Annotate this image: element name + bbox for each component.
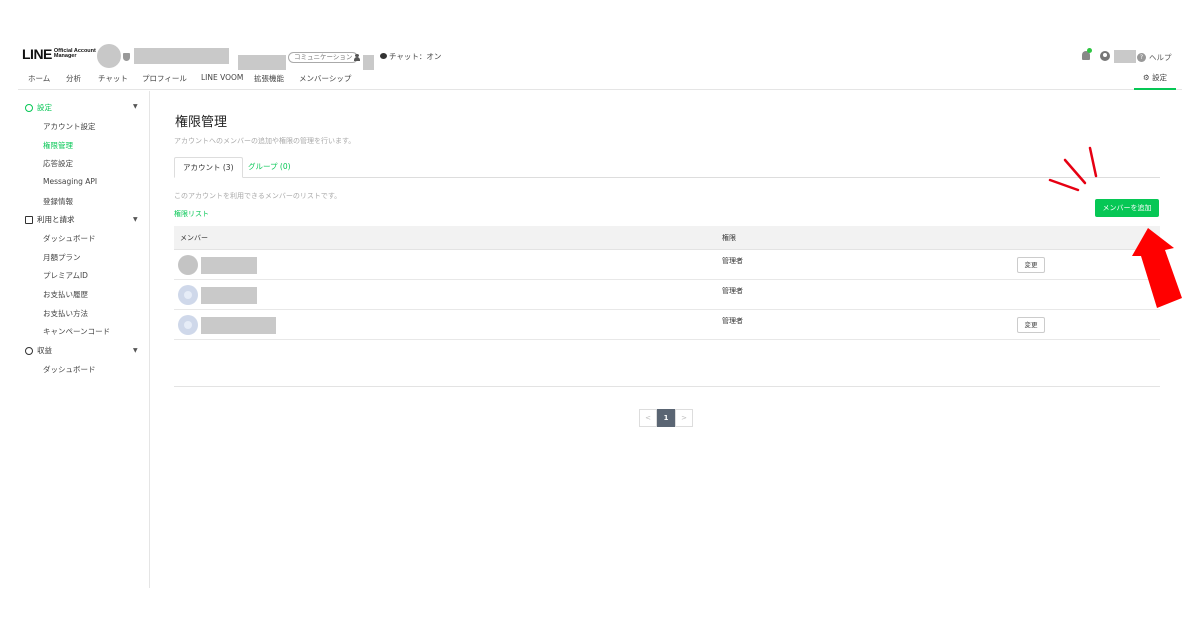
emphasis-line	[1048, 178, 1080, 192]
emphasis-line	[1063, 158, 1087, 185]
emphasis-lines	[1048, 146, 1098, 192]
annotation-overlay	[1048, 146, 1182, 308]
emphasis-line	[1088, 146, 1098, 178]
red-arrow-icon	[1132, 228, 1182, 308]
